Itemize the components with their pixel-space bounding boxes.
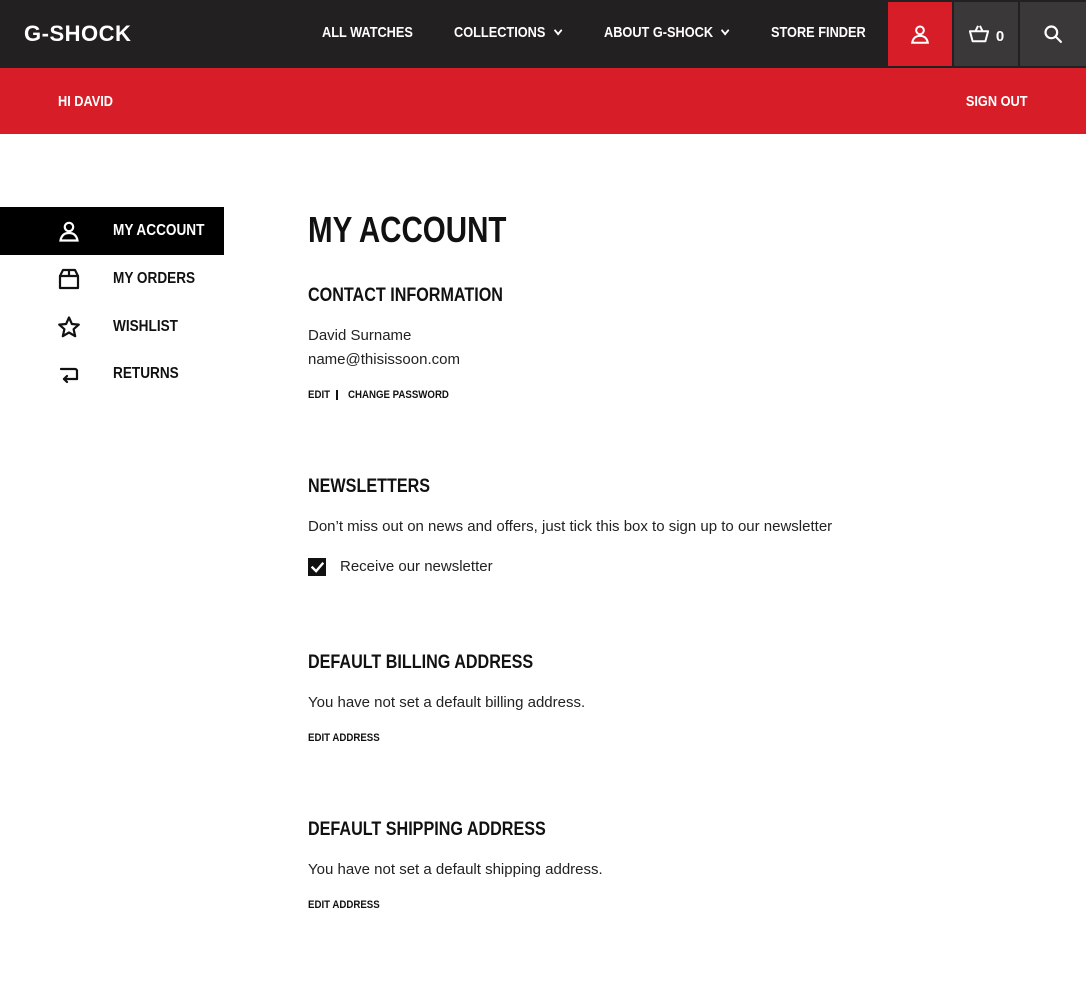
checkmark-icon <box>310 561 324 573</box>
chevron-down-icon <box>721 25 730 35</box>
user-icon <box>59 221 79 242</box>
nav-all-watches[interactable]: ALL WATCHES <box>322 24 413 41</box>
sign-out-link[interactable]: SIGN OUT <box>966 93 1028 110</box>
sidebar-item-label: RETURNS <box>113 365 179 382</box>
star-icon <box>58 316 80 338</box>
cart-button[interactable]: 0 <box>954 2 1018 66</box>
newsletter-checkbox-label[interactable]: Receive our newsletter <box>340 558 493 575</box>
sidebar-item-my-orders[interactable]: MY ORDERS <box>0 255 224 303</box>
account-bar: HI DAVID SIGN OUT <box>0 68 1086 134</box>
cart-count: 0 <box>995 27 1005 45</box>
sidebar-item-label: WISHLIST <box>113 318 178 335</box>
change-password-link[interactable]: CHANGE PASSWORD <box>348 389 449 401</box>
account-button[interactable] <box>888 2 952 66</box>
user-icon <box>910 25 930 44</box>
return-arrow-icon <box>59 367 79 384</box>
nav-collections[interactable]: COLLECTIONS <box>454 24 562 41</box>
nav-collections-label: COLLECTIONS <box>454 24 546 41</box>
contact-email: name@thisissoon.com <box>308 351 460 368</box>
newsletters-heading: NEWSLETTERS <box>308 476 431 497</box>
billing-address-text: You have not set a default billing addre… <box>308 694 586 711</box>
brand-logo[interactable]: G-SHOCK <box>24 21 131 47</box>
top-navigation: G-SHOCK ALL WATCHES COLLECTIONS ABOUT G-… <box>0 0 1086 68</box>
search-icon <box>1044 25 1062 44</box>
newsletter-checkbox[interactable] <box>308 558 326 576</box>
newsletter-description: Don’t miss out on news and offers, just … <box>308 518 833 535</box>
sidebar-item-wishlist[interactable]: WISHLIST <box>0 303 224 351</box>
contact-information-heading: CONTACT INFORMATION <box>308 285 503 306</box>
page-title: MY ACCOUNT <box>308 209 507 250</box>
chevron-down-icon <box>553 25 562 35</box>
edit-contact-link[interactable]: EDIT <box>308 389 330 401</box>
nav-about-gshock[interactable]: ABOUT G-SHOCK <box>604 24 730 41</box>
box-icon <box>58 268 80 290</box>
shipping-address-heading: DEFAULT SHIPPING ADDRESS <box>308 819 546 840</box>
nav-store-finder-label: STORE FINDER <box>771 24 866 41</box>
greeting-text: HI DAVID <box>58 93 114 110</box>
edit-billing-address-link[interactable]: EDIT ADDRESS <box>308 732 380 744</box>
sidebar-item-returns[interactable]: RETURNS <box>0 350 224 398</box>
sidebar-item-my-account[interactable]: MY ACCOUNT <box>0 207 224 255</box>
sidebar-item-label: MY ACCOUNT <box>113 222 205 239</box>
nav-store-finder[interactable]: STORE FINDER <box>771 24 866 41</box>
search-button[interactable] <box>1020 2 1086 66</box>
sidebar-item-label: MY ORDERS <box>113 270 196 287</box>
link-divider <box>336 390 338 400</box>
nav-all-watches-label: ALL WATCHES <box>322 24 413 41</box>
basket-icon <box>968 25 989 43</box>
shipping-address-text: You have not set a default shipping addr… <box>308 861 603 878</box>
contact-name: David Surname <box>308 327 412 344</box>
edit-shipping-address-link[interactable]: EDIT ADDRESS <box>308 899 380 911</box>
nav-about-label: ABOUT G-SHOCK <box>604 24 714 41</box>
billing-address-heading: DEFAULT BILLING ADDRESS <box>308 652 534 673</box>
